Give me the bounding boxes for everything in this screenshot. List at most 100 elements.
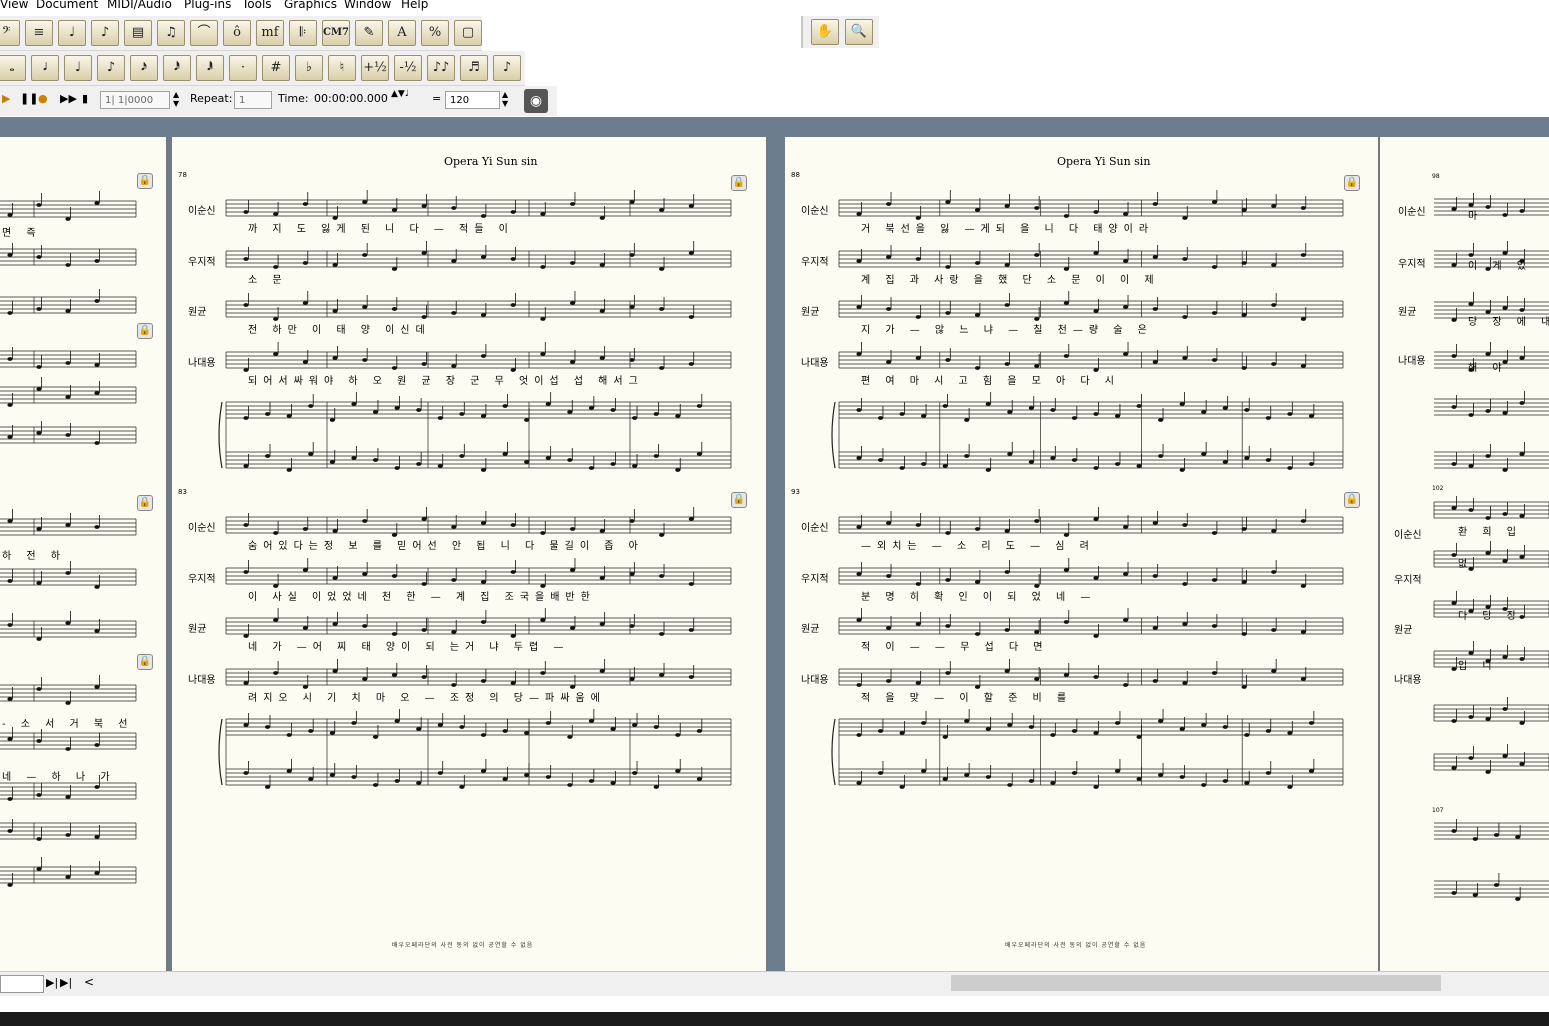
notes[interactable]	[7, 191, 100, 221]
notes[interactable]	[1451, 819, 1521, 841]
tuplet-icon[interactable]: ♫	[157, 20, 185, 46]
end-icon[interactable]: ▮	[82, 92, 88, 105]
64th-note-icon[interactable]: 𝅘𝅥𝅱	[196, 55, 224, 81]
record-icon[interactable]: ●	[38, 92, 48, 105]
notes[interactable]	[856, 342, 1307, 372]
notes[interactable]	[856, 507, 1307, 537]
chord-icon[interactable]: CM7	[322, 20, 350, 46]
lock-icon[interactable]: 🔒	[137, 654, 153, 670]
notes[interactable]	[1451, 193, 1525, 217]
speedy-entry-icon[interactable]: ♪	[91, 20, 119, 46]
notes[interactable]	[243, 442, 703, 472]
menu-graphics[interactable]: Graphics	[284, 0, 337, 10]
bass-clef-icon[interactable]: 𝄢	[0, 20, 20, 46]
notes[interactable]	[243, 392, 703, 422]
grace-note-icon[interactable]: ♪	[493, 55, 521, 81]
eighth-note-icon[interactable]: ♪	[97, 55, 125, 81]
notes[interactable]	[856, 291, 1307, 321]
notes[interactable]	[856, 392, 1315, 422]
repeat-select[interactable]: 1	[234, 91, 272, 109]
text-icon[interactable]: A	[388, 20, 416, 46]
notes[interactable]	[243, 759, 703, 789]
zoom-icon[interactable]: 🔍	[845, 19, 873, 45]
half-note-icon[interactable]: 𝅗𝅥	[31, 55, 59, 81]
layer-icon[interactable]: ▤	[124, 20, 152, 46]
notes[interactable]	[7, 243, 100, 267]
lock-icon[interactable]: 🔒	[137, 323, 153, 339]
dot-icon[interactable]: ·	[229, 55, 257, 81]
flat-icon[interactable]: ♭	[295, 55, 323, 81]
notes[interactable]	[1451, 744, 1525, 774]
notes[interactable]	[7, 289, 100, 315]
pause-icon[interactable]: ❚❚	[20, 92, 38, 105]
menu-midi-audio[interactable]: MIDI/Audio	[107, 0, 172, 10]
notes[interactable]	[243, 709, 703, 739]
sharp-icon[interactable]: #	[262, 55, 290, 81]
tie-icon[interactable]: ♪♪	[427, 55, 455, 81]
staff-tool-icon[interactable]: ≡	[25, 20, 53, 46]
notes[interactable]	[7, 347, 100, 369]
articulation-icon[interactable]: ô	[223, 20, 251, 46]
natural-icon[interactable]: ♮	[328, 55, 356, 81]
menu-plug-ins[interactable]: Plug-ins	[184, 0, 231, 10]
notes[interactable]	[243, 507, 695, 537]
notes[interactable]	[856, 558, 1307, 588]
sixteenth-note-icon[interactable]: 𝅘𝅥𝅯	[130, 55, 158, 81]
whole-note-icon[interactable]: 𝅝	[0, 55, 26, 81]
notes[interactable]	[7, 611, 100, 641]
notes[interactable]	[1451, 442, 1525, 472]
lock-icon[interactable]: 🔒	[137, 173, 153, 189]
32nd-note-icon[interactable]: 𝅘𝅥𝅰	[163, 55, 191, 81]
notes[interactable]	[1451, 391, 1525, 417]
lock-icon[interactable]: 🔒	[731, 492, 747, 508]
lock-icon[interactable]: 🔒	[1344, 175, 1360, 191]
notes[interactable]	[7, 421, 100, 445]
notes[interactable]	[7, 819, 100, 841]
speaker-icon[interactable]: ◉	[524, 89, 548, 113]
menu-window[interactable]: Window	[344, 0, 391, 10]
half-step-down-icon[interactable]: -½	[394, 55, 422, 81]
scroll-left-icon[interactable]: <	[84, 975, 94, 989]
page-number-field[interactable]	[0, 975, 44, 993]
notes[interactable]	[856, 608, 1307, 638]
notes[interactable]	[243, 659, 695, 689]
half-step-up-icon[interactable]: +½	[361, 55, 389, 81]
lyrics-icon[interactable]: ✎	[355, 20, 383, 46]
menu-help[interactable]: Help	[401, 0, 428, 10]
notes[interactable]	[1451, 496, 1525, 520]
notes[interactable]	[7, 509, 100, 531]
measure-counter-field[interactable]: 1| 1|0000	[100, 91, 170, 109]
notes[interactable]	[7, 377, 100, 407]
lock-icon[interactable]: 🔒	[137, 495, 153, 511]
menu-tools[interactable]: Tools	[242, 0, 272, 10]
notes[interactable]	[243, 558, 695, 588]
tuplet-entry-icon[interactable]: ♬	[460, 55, 488, 81]
notes[interactable]	[243, 241, 695, 271]
dynamics-icon[interactable]: mf	[256, 20, 284, 46]
resize-icon[interactable]: %	[421, 20, 449, 46]
notes[interactable]	[856, 190, 1307, 220]
notes[interactable]	[243, 342, 695, 372]
slur-icon[interactable]: ⌒	[190, 20, 218, 46]
lock-icon[interactable]: 🔒	[1344, 492, 1360, 508]
notes[interactable]	[243, 608, 695, 638]
counter-spin-icon[interactable]: ▲ ▼	[173, 90, 179, 108]
quarter-note-icon[interactable]: ♩	[64, 55, 92, 81]
notes[interactable]	[856, 759, 1315, 789]
tempo-spin-icon[interactable]: ▲ ▼	[502, 90, 508, 108]
page-layout-icon[interactable]: ▢	[454, 20, 482, 46]
fast-forward-icon[interactable]: ▶▶	[60, 92, 77, 105]
next-page-icon[interactable]: ▶|	[46, 976, 58, 989]
lock-icon[interactable]: 🔒	[731, 175, 747, 191]
menu-view[interactable]: View	[0, 0, 28, 10]
notes[interactable]	[7, 857, 100, 887]
notes[interactable]	[856, 709, 1315, 739]
repeat-icon[interactable]: 𝄆	[289, 20, 317, 46]
notes[interactable]	[7, 675, 100, 705]
menu-document[interactable]: Document	[36, 0, 98, 10]
last-page-icon[interactable]: ▶|	[60, 976, 72, 989]
simple-entry-icon[interactable]: ♩	[58, 20, 86, 46]
notes[interactable]	[856, 659, 1307, 689]
notes[interactable]	[7, 727, 100, 751]
notes[interactable]	[856, 442, 1315, 472]
